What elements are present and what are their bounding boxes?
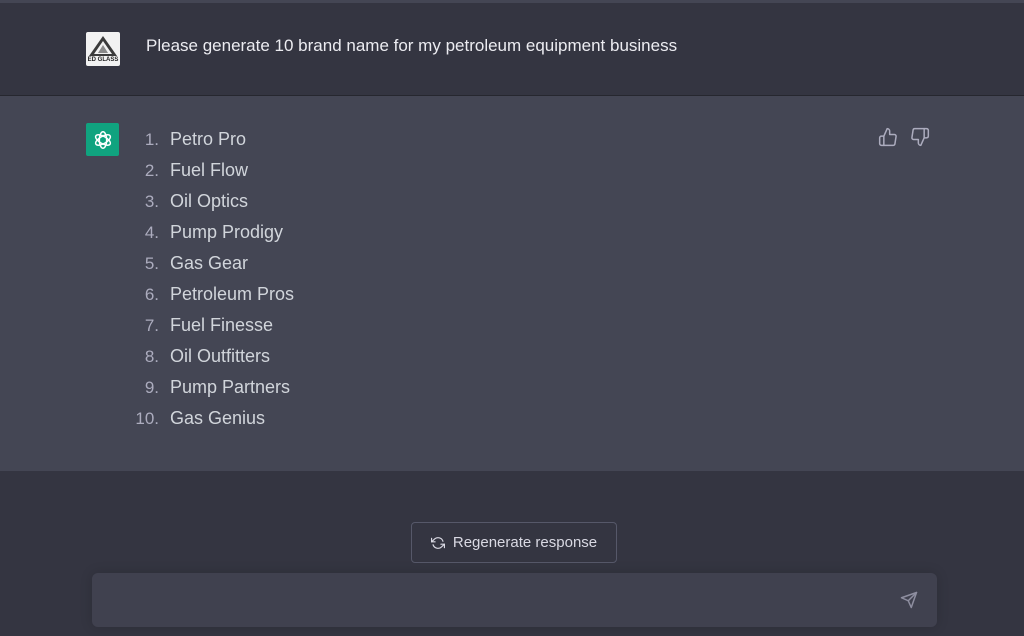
thumbs-down-icon xyxy=(911,127,930,147)
refresh-icon xyxy=(430,536,445,549)
list-item: 2. Fuel Flow xyxy=(128,158,294,189)
list-item-number: 9. xyxy=(144,378,159,397)
list-item: 1. Petro Pro xyxy=(128,127,294,158)
list-item-text: Petroleum Pros xyxy=(170,284,295,304)
list-item-number: 7. xyxy=(144,316,159,335)
list-item-number: 5. xyxy=(144,254,159,273)
list-item: 10. Gas Genius xyxy=(128,406,294,437)
user-avatar-text: ED GLASS xyxy=(87,57,119,63)
list-item-number: 4. xyxy=(144,223,159,242)
regenerate-response-button[interactable]: Regenerate response xyxy=(411,522,617,563)
list-item-number: 3. xyxy=(144,192,159,211)
list-item-number: 6. xyxy=(144,285,159,304)
list-item: 8. Oil Outfitters xyxy=(128,344,294,375)
list-item-text: Oil Outfitters xyxy=(170,346,271,366)
thumbs-down-button[interactable] xyxy=(910,127,930,147)
list-item: 9. Pump Partners xyxy=(128,375,294,406)
message-input[interactable] xyxy=(108,587,892,615)
list-item-number: 8. xyxy=(144,347,159,366)
openai-logo-icon xyxy=(94,130,111,149)
user-message-text: Please generate 10 brand name for my pet… xyxy=(146,36,678,55)
list-item-number: 10. xyxy=(135,409,159,428)
send-button[interactable] xyxy=(900,591,920,611)
list-item-text: Pump Prodigy xyxy=(170,222,284,242)
user-avatar: ED GLASS xyxy=(86,32,120,66)
list-item: 7. Fuel Finesse xyxy=(128,313,294,344)
list-item-text: Pump Partners xyxy=(170,377,291,397)
assistant-avatar xyxy=(86,123,119,156)
list-item: 3. Oil Optics xyxy=(128,189,294,220)
list-item-text: Petro Pro xyxy=(170,129,247,149)
list-item-number: 1. xyxy=(144,130,159,149)
thumbs-up-icon xyxy=(878,127,897,147)
user-message-row: ED GLASS Please generate 10 brand name f… xyxy=(0,0,1024,96)
list-item-text: Gas Gear xyxy=(170,253,249,273)
list-item-text: Fuel Finesse xyxy=(170,315,274,335)
list-item: 4. Pump Prodigy xyxy=(128,220,294,251)
brand-name-list: 1. Petro Pro 2. Fuel Flow 3. Oil Optics 4. P… xyxy=(128,127,294,437)
send-icon xyxy=(900,591,918,609)
list-item-number: 2. xyxy=(144,161,159,180)
assistant-message-row: 1. Petro Pro 2. Fuel Flow 3. Oil Optics 4. P… xyxy=(0,96,1024,471)
message-composer xyxy=(92,573,937,627)
list-item: 6. Petroleum Pros xyxy=(128,282,294,313)
feedback-buttons xyxy=(878,127,930,147)
regenerate-label: Regenerate response xyxy=(452,534,598,551)
list-item: 5. Gas Gear xyxy=(128,251,294,282)
list-item-text: Fuel Flow xyxy=(170,160,249,180)
list-item-text: Oil Optics xyxy=(170,191,249,211)
list-item-text: Gas Genius xyxy=(170,408,266,428)
thumbs-up-button[interactable] xyxy=(878,127,898,147)
